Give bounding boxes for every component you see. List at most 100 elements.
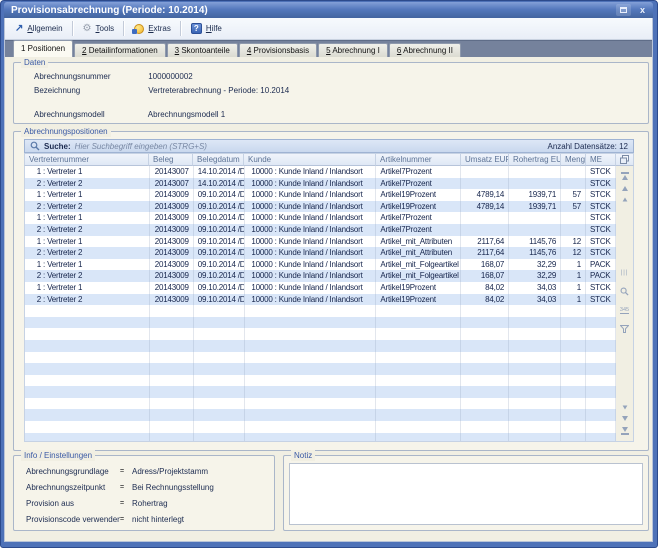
table-row[interactable]: 2 : Vertreter 22014300909.10.2014 /Do100… — [25, 224, 616, 236]
table-row[interactable]: 2 : Vertreter 22014300909.10.2014 /Do100… — [25, 294, 616, 306]
table-row[interactable]: 2 : Vertreter 22014300909.10.2014 /Do100… — [25, 201, 616, 213]
cell-artikelnummer — [376, 328, 461, 340]
tab-positionen[interactable]: 1 Positionen — [13, 40, 73, 57]
toolbar-tools-button[interactable]: ⚙ Tools — [77, 20, 121, 38]
go-to-last-button[interactable] — [621, 427, 629, 435]
table-search-button[interactable] — [620, 283, 629, 301]
column-select-header[interactable] — [616, 153, 634, 166]
cell-umsatz — [461, 409, 509, 421]
cell-me: STCK — [586, 189, 616, 201]
cell-rohertrag — [509, 409, 561, 421]
cell-menge — [561, 421, 586, 433]
page-down-button[interactable] — [622, 416, 628, 421]
tab-skontoanteile[interactable]: 3 Skontoanteile — [167, 43, 238, 57]
cell-artikelnummer: Artikel_mit_Attributen — [376, 247, 461, 259]
table-row[interactable]: 1 : Vertreter 12014300909.10.2014 /Do100… — [25, 236, 616, 248]
cell-beleg: 20143009 — [150, 259, 194, 271]
column-header-menge[interactable]: Menge — [561, 153, 586, 166]
cell-beleg — [150, 421, 194, 433]
extras-icon — [134, 24, 144, 34]
toolbar-extras-button[interactable]: Extras — [128, 20, 177, 38]
arrow-up-right-icon: ↗ — [15, 24, 23, 34]
table-nav-strip: ||| 345 — [616, 166, 634, 442]
cell-vertreter: 2 : Vertreter 2 — [25, 178, 150, 190]
cell-beleg — [150, 398, 194, 410]
column-header-kunde[interactable]: Kunde — [244, 153, 376, 166]
cell-kunde: 10000 : Kunde Inland / Inlandsort — [245, 212, 377, 224]
go-to-first-button[interactable] — [621, 172, 629, 180]
column-header-artikelnummer[interactable]: Artikelnummer — [376, 153, 461, 166]
cell-umsatz — [461, 340, 509, 352]
table-header-row: VertreternummerBelegBelegdatumKundeArtik… — [24, 153, 634, 166]
table-row[interactable]: 2 : Vertreter 22014300909.10.2014 /Do100… — [25, 270, 616, 282]
column-header-rohertrag[interactable]: Rohertrag EUR — [509, 153, 561, 166]
column-header-me[interactable]: ME — [586, 153, 616, 166]
columns-button[interactable]: ||| — [621, 270, 629, 277]
search-input[interactable] — [75, 141, 544, 152]
cell-rohertrag — [509, 178, 561, 190]
empty-row — [25, 340, 616, 352]
cell-menge: 1 — [561, 259, 586, 271]
previous-record-button[interactable] — [622, 197, 628, 202]
previous-record-icon — [622, 198, 627, 202]
table-row[interactable]: 2 : Vertreter 22014300714.10.2014 /Di100… — [25, 178, 616, 190]
close-button[interactable]: x — [635, 4, 650, 16]
table-row[interactable]: 1 : Vertreter 12014300714.10.2014 /Di100… — [25, 166, 616, 178]
tab-abrechnung-i[interactable]: 5 Abrechnung I — [318, 43, 388, 57]
tab-abrechnung-ii[interactable]: 6 Abrechnung II — [389, 43, 461, 57]
cell-vertreter: 1 : Vertreter 1 — [25, 166, 150, 178]
cell-vertreter — [25, 421, 150, 433]
cell-belegdatum — [194, 398, 245, 410]
cell-vertreter: 1 : Vertreter 1 — [25, 189, 150, 201]
abrechnungspositionen-legend: Abrechnungspositionen — [21, 126, 111, 137]
title-bar: Provisionsabrechnung (Periode: 10.2014) … — [4, 2, 653, 18]
table-row[interactable]: 1 : Vertreter 12014300909.10.2014 /Do100… — [25, 259, 616, 271]
table-row[interactable]: 1 : Vertreter 12014300909.10.2014 /Do100… — [25, 189, 616, 201]
column-header-vertreter[interactable]: Vertreternummer — [24, 153, 149, 166]
cell-kunde — [245, 328, 377, 340]
notiz-legend: Notiz — [291, 450, 315, 461]
toolbar-allgemein-button[interactable]: ↗ Allgemein — [9, 20, 69, 38]
cell-artikelnummer — [376, 409, 461, 421]
next-record-icon — [622, 406, 627, 410]
notiz-textarea[interactable] — [289, 463, 643, 525]
maximize-button[interactable] — [616, 4, 631, 16]
table-row[interactable]: 1 : Vertreter 12014300909.10.2014 /Do100… — [25, 282, 616, 294]
cell-kunde — [245, 352, 377, 364]
page-up-button[interactable] — [622, 186, 628, 191]
abrechnungsmodell-label: Abrechnungsmodell — [34, 110, 146, 119]
cell-menge — [561, 166, 586, 178]
cell-artikelnummer: Artikel_mit_Attributen — [376, 236, 461, 248]
info-einstellungen-groupbox: Info / Einstellungen Abrechnungsgrundlag… — [13, 455, 275, 531]
record-count-button[interactable]: 345 — [620, 307, 629, 314]
tab-detailinformationen[interactable]: 2 Detailinformationen — [74, 43, 166, 57]
column-header-umsatz[interactable]: Umsatz EUR — [461, 153, 509, 166]
cell-menge — [561, 363, 586, 375]
cell-artikelnummer: Artikel7Prozent — [376, 166, 461, 178]
toolbar-hilfe-button[interactable]: ? Hilfe — [185, 20, 228, 38]
table-row[interactable]: 2 : Vertreter 22014300909.10.2014 /Do100… — [25, 247, 616, 259]
search-icon — [30, 141, 40, 151]
filter-button[interactable] — [620, 320, 629, 338]
column-header-belegdatum[interactable]: Belegdatum — [193, 153, 244, 166]
cell-vertreter — [25, 340, 150, 352]
magnifier-icon — [620, 287, 629, 296]
cell-kunde — [245, 363, 377, 375]
cell-menge: 1 — [561, 270, 586, 282]
cell-belegdatum — [194, 305, 245, 317]
column-header-beleg[interactable]: Beleg — [149, 153, 193, 166]
equals-bullet-icon: = — [120, 499, 132, 509]
table-row[interactable]: 1 : Vertreter 12014300909.10.2014 /Do100… — [25, 212, 616, 224]
next-record-button[interactable] — [622, 405, 628, 410]
cell-kunde — [245, 375, 377, 387]
tab-provisionsbasis[interactable]: 4 Provisionsbasis — [239, 43, 317, 57]
info-row: Abrechnungszeitpunkt=Bei Rechnungsstellu… — [26, 483, 268, 493]
cell-rohertrag: 32,29 — [509, 270, 561, 282]
cell-vertreter: 2 : Vertreter 2 — [25, 224, 150, 236]
cell-me: STCK — [586, 166, 616, 178]
notiz-groupbox: Notiz — [283, 455, 649, 531]
cell-kunde — [245, 398, 377, 410]
cell-menge — [561, 328, 586, 340]
cell-belegdatum — [194, 340, 245, 352]
cell-beleg: 20143009 — [150, 247, 194, 259]
